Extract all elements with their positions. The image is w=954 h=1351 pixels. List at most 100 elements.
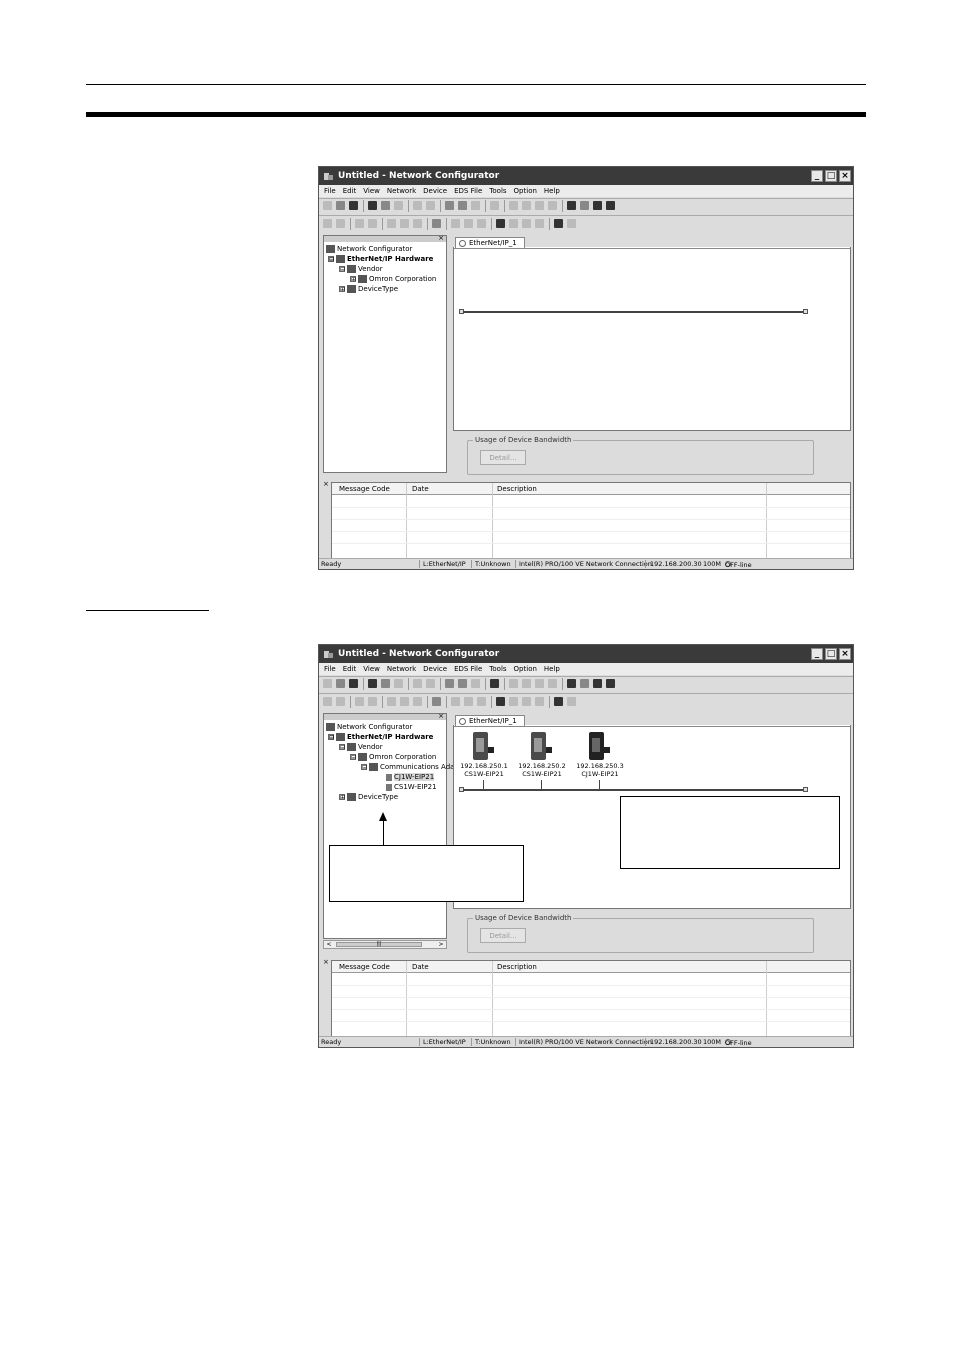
connect-icon[interactable] bbox=[368, 679, 377, 688]
disconnect-icon[interactable] bbox=[381, 679, 390, 688]
menu-file[interactable]: File bbox=[324, 665, 336, 673]
upload-all-icon[interactable] bbox=[458, 679, 467, 688]
verify-icon[interactable] bbox=[471, 679, 480, 688]
device-upload-icon[interactable] bbox=[355, 219, 364, 228]
network-icon[interactable] bbox=[323, 697, 332, 706]
collapse-icon[interactable]: ⊟ bbox=[339, 744, 345, 751]
transfer-icon[interactable] bbox=[413, 201, 422, 210]
check-icon[interactable] bbox=[413, 697, 422, 706]
collapse-icon[interactable]: ⊟ bbox=[328, 734, 334, 741]
tree-item-network-configurator[interactable]: Network Configurator bbox=[326, 723, 412, 731]
verify-icon[interactable] bbox=[471, 201, 480, 210]
report-icon[interactable] bbox=[567, 697, 576, 706]
new-file-icon[interactable] bbox=[323, 679, 332, 688]
paste-icon[interactable] bbox=[535, 201, 544, 210]
menu-eds-file[interactable]: EDS File bbox=[454, 187, 482, 195]
menu-option[interactable]: Option bbox=[514, 187, 537, 195]
open-folder-icon[interactable] bbox=[336, 201, 345, 210]
map-icon[interactable] bbox=[509, 697, 518, 706]
tree-item-vendor[interactable]: ⊟ Vendor bbox=[339, 743, 383, 751]
sort-icon[interactable] bbox=[580, 201, 589, 210]
menu-help[interactable]: Help bbox=[544, 187, 560, 195]
arrow-up-icon[interactable] bbox=[387, 697, 396, 706]
message-close-icon[interactable]: × bbox=[323, 480, 329, 488]
open-folder-icon[interactable] bbox=[336, 679, 345, 688]
compare-icon[interactable] bbox=[426, 201, 435, 210]
report-icon[interactable] bbox=[567, 219, 576, 228]
check-icon[interactable] bbox=[413, 219, 422, 228]
compare-devices-icon[interactable] bbox=[535, 219, 544, 228]
menu-edit[interactable]: Edit bbox=[343, 187, 357, 195]
column-description[interactable]: Description bbox=[497, 963, 537, 971]
tree-item-device-type[interactable]: ⊞ DeviceType bbox=[339, 285, 398, 293]
menu-option[interactable]: Option bbox=[514, 665, 537, 673]
detail-button[interactable]: Detail... bbox=[480, 928, 526, 943]
upload-icon[interactable] bbox=[394, 679, 403, 688]
parameter-icon[interactable] bbox=[336, 697, 345, 706]
tree-item-cs1w-eip21[interactable]: CS1W-EIP21 bbox=[386, 783, 437, 791]
expand-icon[interactable]: ⊞ bbox=[339, 794, 345, 801]
find-icon[interactable] bbox=[554, 697, 563, 706]
download-icon[interactable] bbox=[445, 201, 454, 210]
cut-icon[interactable] bbox=[509, 201, 518, 210]
scroll-left-icon[interactable]: < bbox=[325, 941, 333, 948]
minimize-button[interactable]: _ bbox=[811, 648, 823, 660]
device-node-2[interactable]: 192.168.250.2 CS1W-EIP21 bbox=[512, 732, 572, 778]
transfer-icon[interactable] bbox=[413, 679, 422, 688]
paste-icon[interactable] bbox=[535, 679, 544, 688]
tree-close-icon[interactable]: × bbox=[438, 712, 444, 720]
menu-network[interactable]: Network bbox=[387, 665, 416, 673]
expand-icon[interactable]: ⊞ bbox=[350, 276, 356, 283]
tree-item-vendor[interactable]: ⊟ Vendor bbox=[339, 265, 383, 273]
grid-icon[interactable] bbox=[593, 679, 602, 688]
menu-network[interactable]: Network bbox=[387, 187, 416, 195]
menu-view[interactable]: View bbox=[363, 187, 380, 195]
upload-all-icon[interactable] bbox=[458, 201, 467, 210]
expand-icon[interactable]: ⊞ bbox=[339, 286, 345, 293]
tree-item-communications-adapter[interactable]: ⊟ Communications Ada bbox=[361, 763, 454, 771]
unlink-icon[interactable] bbox=[464, 697, 473, 706]
connect-icon[interactable] bbox=[368, 201, 377, 210]
arrow-down-icon[interactable] bbox=[400, 219, 409, 228]
grid-icon[interactable] bbox=[593, 201, 602, 210]
tree-item-device-type[interactable]: ⊞ DeviceType bbox=[339, 793, 398, 801]
connection-icon[interactable] bbox=[477, 219, 486, 228]
copy-icon[interactable] bbox=[522, 201, 531, 210]
connection-icon[interactable] bbox=[477, 697, 486, 706]
minimize-button[interactable]: _ bbox=[811, 170, 823, 182]
scroll-thumb[interactable]: ||| bbox=[336, 942, 422, 947]
collapse-icon[interactable]: ⊟ bbox=[339, 266, 345, 273]
grid-alt-icon[interactable] bbox=[606, 201, 615, 210]
menu-view[interactable]: View bbox=[363, 665, 380, 673]
menu-device[interactable]: Device bbox=[423, 187, 447, 195]
arrow-down-icon[interactable] bbox=[400, 697, 409, 706]
download-icon[interactable] bbox=[445, 679, 454, 688]
menu-device[interactable]: Device bbox=[423, 665, 447, 673]
delete-icon[interactable] bbox=[548, 679, 557, 688]
find-icon[interactable] bbox=[554, 219, 563, 228]
tab-ethernet-ip-1[interactable]: EtherNet/IP_1 bbox=[455, 237, 525, 248]
delete-icon[interactable] bbox=[548, 201, 557, 210]
maximize-button[interactable]: □ bbox=[825, 170, 837, 182]
link-icon[interactable] bbox=[451, 697, 460, 706]
unlink-icon[interactable] bbox=[464, 219, 473, 228]
close-button[interactable]: × bbox=[839, 648, 851, 660]
tree-item-network-configurator[interactable]: Network Configurator bbox=[326, 245, 412, 253]
message-close-icon[interactable]: × bbox=[323, 958, 329, 966]
link-icon[interactable] bbox=[451, 219, 460, 228]
tree-item-ethernet-ip-hardware[interactable]: ⊟ EtherNet/IP Hardware bbox=[328, 733, 433, 741]
collapse-icon[interactable]: ⊟ bbox=[361, 764, 367, 771]
menu-tools[interactable]: Tools bbox=[489, 187, 506, 195]
tab-ethernet-ip-1[interactable]: EtherNet/IP_1 bbox=[455, 715, 525, 726]
device-node-3[interactable]: 192.168.250.3 CJ1W-EIP21 bbox=[570, 732, 630, 778]
cut-icon[interactable] bbox=[509, 679, 518, 688]
menu-file[interactable]: File bbox=[324, 187, 336, 195]
collapse-icon[interactable]: ⊟ bbox=[328, 256, 334, 263]
column-description[interactable]: Description bbox=[497, 485, 537, 493]
save-icon[interactable] bbox=[349, 679, 358, 688]
stop-icon[interactable] bbox=[432, 697, 441, 706]
column-date[interactable]: Date bbox=[412, 485, 429, 493]
parameter-icon[interactable] bbox=[336, 219, 345, 228]
title-bar[interactable]: Untitled - Network Configurator _ □ × bbox=[319, 645, 853, 663]
copy-icon[interactable] bbox=[522, 679, 531, 688]
